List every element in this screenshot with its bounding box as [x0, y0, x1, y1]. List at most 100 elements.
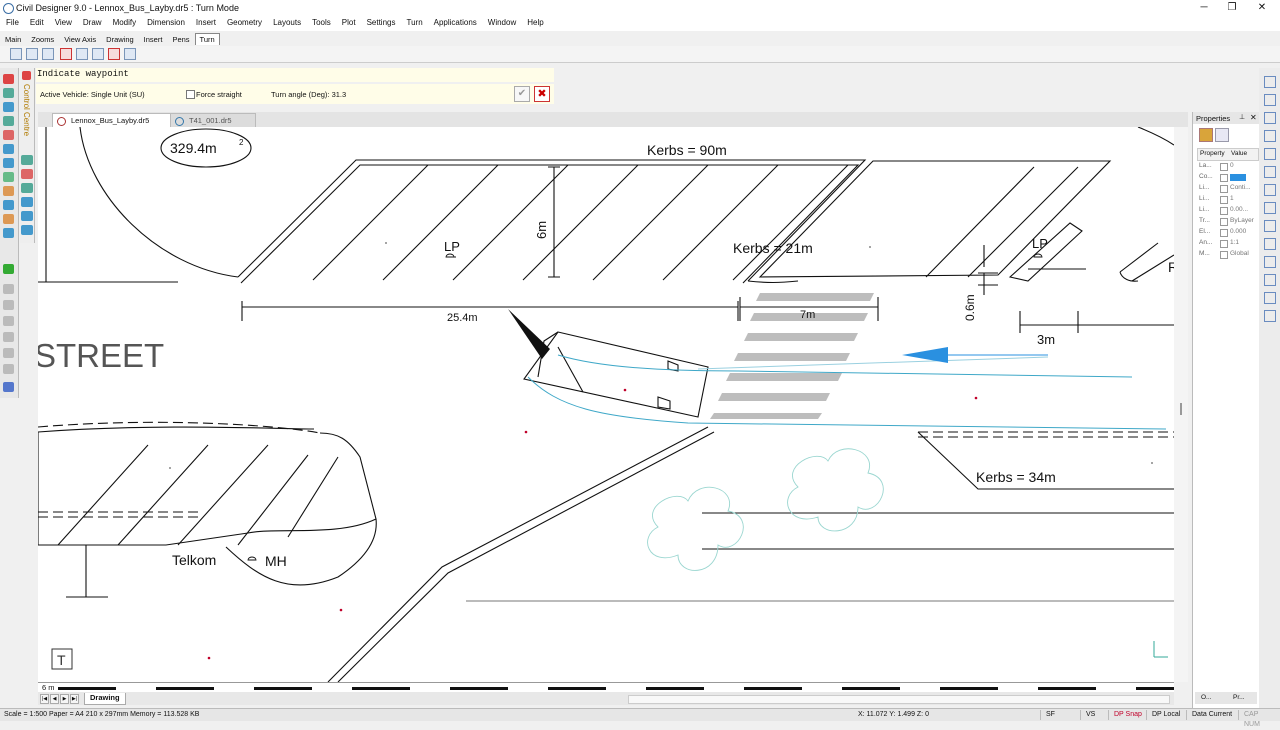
- tab-properties[interactable]: Pr...: [1233, 694, 1245, 701]
- menu-dimension[interactable]: Dimension: [141, 16, 190, 31]
- tab-lennox-bus-layby[interactable]: Lennox_Bus_Layby.dr5 ×: [52, 113, 184, 127]
- cc-tool-3-icon[interactable]: [21, 183, 33, 193]
- hatch-tool-icon[interactable]: [3, 172, 14, 182]
- prop-row-elevation[interactable]: El... 0.000: [1197, 227, 1257, 238]
- menu-insert[interactable]: Insert: [190, 16, 221, 31]
- tab-insert[interactable]: Insert: [139, 33, 168, 45]
- tab-t41-001[interactable]: T41_001.dr5: [170, 113, 256, 127]
- cancel-button[interactable]: ✖: [534, 86, 550, 102]
- image-tool-icon[interactable]: [3, 228, 14, 238]
- arc-tool-icon[interactable]: [3, 102, 14, 112]
- sort-icon[interactable]: [1215, 128, 1229, 142]
- prop-row-lineweight[interactable]: Li... 1: [1197, 194, 1257, 205]
- next-sheet-button[interactable]: ▶: [60, 694, 69, 704]
- cad-drawing[interactable]: 329.4m 2 Kerbs = 90m Kerbs = 21m Kerbs =…: [38, 127, 1174, 682]
- categorized-icon[interactable]: [1199, 128, 1213, 142]
- sf-toggle[interactable]: SF: [1040, 710, 1060, 720]
- prop-row-layer[interactable]: La... 0: [1197, 161, 1257, 172]
- polyline-tool-icon[interactable]: [3, 130, 14, 140]
- pin-icon[interactable]: ⊥: [1239, 113, 1245, 121]
- menu-modify[interactable]: Modify: [107, 16, 142, 31]
- accept-button[interactable]: ✔: [514, 86, 530, 102]
- dp-local-toggle[interactable]: DP Local: [1146, 710, 1185, 720]
- cc-tool-1-icon[interactable]: [21, 155, 33, 165]
- right-tool-8-icon[interactable]: [1264, 202, 1276, 214]
- right-tool-1-icon[interactable]: [1264, 76, 1276, 88]
- block-tool-icon[interactable]: [3, 186, 14, 196]
- vertical-scrollbar[interactable]: [1174, 127, 1188, 682]
- first-sheet-button[interactable]: |◀: [40, 694, 49, 704]
- close-window-button[interactable]: ✕: [1246, 1, 1278, 15]
- disabled-tool-2-icon[interactable]: [3, 300, 14, 310]
- force-straight-checkbox[interactable]: [186, 90, 195, 99]
- sheet-tab-drawing[interactable]: Drawing: [84, 693, 126, 705]
- cc-tool-2-icon[interactable]: [21, 169, 33, 179]
- disabled-tool-1-icon[interactable]: [3, 284, 14, 294]
- maximize-button[interactable]: ❐: [1216, 1, 1248, 15]
- menu-settings[interactable]: Settings: [361, 16, 401, 31]
- right-tool-11-icon[interactable]: [1264, 256, 1276, 268]
- prop-row-annotation[interactable]: An... 1:1: [1197, 238, 1257, 249]
- cc-tool-6-icon[interactable]: [21, 225, 33, 235]
- vs-toggle[interactable]: VS: [1080, 710, 1100, 720]
- right-tool-13-icon[interactable]: [1264, 292, 1276, 304]
- right-tool-4-icon[interactable]: [1264, 130, 1276, 142]
- right-tool-12-icon[interactable]: [1264, 274, 1276, 286]
- draw-tool-icon[interactable]: [3, 74, 14, 84]
- menu-geometry[interactable]: Geometry: [221, 16, 267, 31]
- menu-applications[interactable]: Applications: [428, 16, 482, 31]
- disabled-tool-6-icon[interactable]: [3, 364, 14, 374]
- right-tool-7-icon[interactable]: [1264, 184, 1276, 196]
- turn-tool-3-icon[interactable]: [42, 48, 54, 60]
- right-tool-10-icon[interactable]: [1264, 238, 1276, 250]
- right-tool-2-icon[interactable]: [1264, 94, 1276, 106]
- snap-tool-icon[interactable]: [3, 264, 14, 274]
- drawing-canvas[interactable]: 329.4m 2 Kerbs = 90m Kerbs = 21m Kerbs =…: [38, 127, 1174, 682]
- turn-tool-6-icon[interactable]: [92, 48, 104, 60]
- menu-file[interactable]: File: [0, 16, 24, 31]
- settings-tool-icon[interactable]: [3, 382, 14, 392]
- right-tool-6-icon[interactable]: [1264, 166, 1276, 178]
- point-tool-icon[interactable]: [3, 144, 14, 154]
- line-tool-icon[interactable]: [3, 88, 14, 98]
- tab-drawing[interactable]: Drawing: [101, 33, 139, 45]
- cc-tool-4-icon[interactable]: [21, 197, 33, 207]
- menu-help[interactable]: Help: [521, 16, 548, 31]
- turn-tool-7-icon[interactable]: [108, 48, 120, 60]
- dp-snap-toggle[interactable]: DP Snap: [1108, 710, 1147, 720]
- prop-row-linetype[interactable]: Li... Conti...: [1197, 183, 1257, 194]
- last-sheet-button[interactable]: ▶|: [70, 694, 79, 704]
- turn-tool-1-icon[interactable]: [10, 48, 22, 60]
- right-tool-5-icon[interactable]: [1264, 148, 1276, 160]
- menu-edit[interactable]: Edit: [24, 16, 49, 31]
- tab-zooms[interactable]: Zooms: [26, 33, 59, 45]
- cc-tool-5-icon[interactable]: [21, 211, 33, 221]
- right-tool-9-icon[interactable]: [1264, 220, 1276, 232]
- menu-tools[interactable]: Tools: [306, 16, 336, 31]
- tab-turn[interactable]: Turn: [194, 33, 220, 45]
- disabled-tool-5-icon[interactable]: [3, 348, 14, 358]
- text-tool-icon[interactable]: [3, 158, 14, 168]
- data-current-toggle[interactable]: Data Current: [1186, 710, 1237, 720]
- tab-pens[interactable]: Pens: [167, 33, 194, 45]
- panel-close-icon[interactable]: ✕: [1250, 113, 1257, 122]
- menu-window[interactable]: Window: [482, 16, 521, 31]
- tab-objects[interactable]: O...: [1201, 694, 1211, 701]
- turn-tool-2-icon[interactable]: [26, 48, 38, 60]
- scroll-thumb[interactable]: [1180, 403, 1182, 415]
- prop-row-mode[interactable]: M... Global: [1197, 249, 1257, 260]
- prop-row-linescale[interactable]: Li... 0.00...: [1197, 205, 1257, 216]
- menu-turn[interactable]: Turn: [400, 16, 427, 31]
- tab-view-axis[interactable]: View Axis: [59, 33, 101, 45]
- turn-tool-5-icon[interactable]: [76, 48, 88, 60]
- turn-tool-4-icon[interactable]: [60, 48, 72, 60]
- turn-tool-8-icon[interactable]: [124, 48, 136, 60]
- horizontal-scrollbar[interactable]: [628, 695, 1170, 704]
- circle-tool-icon[interactable]: [3, 116, 14, 126]
- menu-draw[interactable]: Draw: [77, 16, 107, 31]
- dimension-tool-icon[interactable]: [3, 200, 14, 210]
- prop-row-colour[interactable]: Co...: [1197, 172, 1257, 183]
- symbol-tool-icon[interactable]: [3, 214, 14, 224]
- tab-main[interactable]: Main: [0, 33, 26, 45]
- disabled-tool-3-icon[interactable]: [3, 316, 14, 326]
